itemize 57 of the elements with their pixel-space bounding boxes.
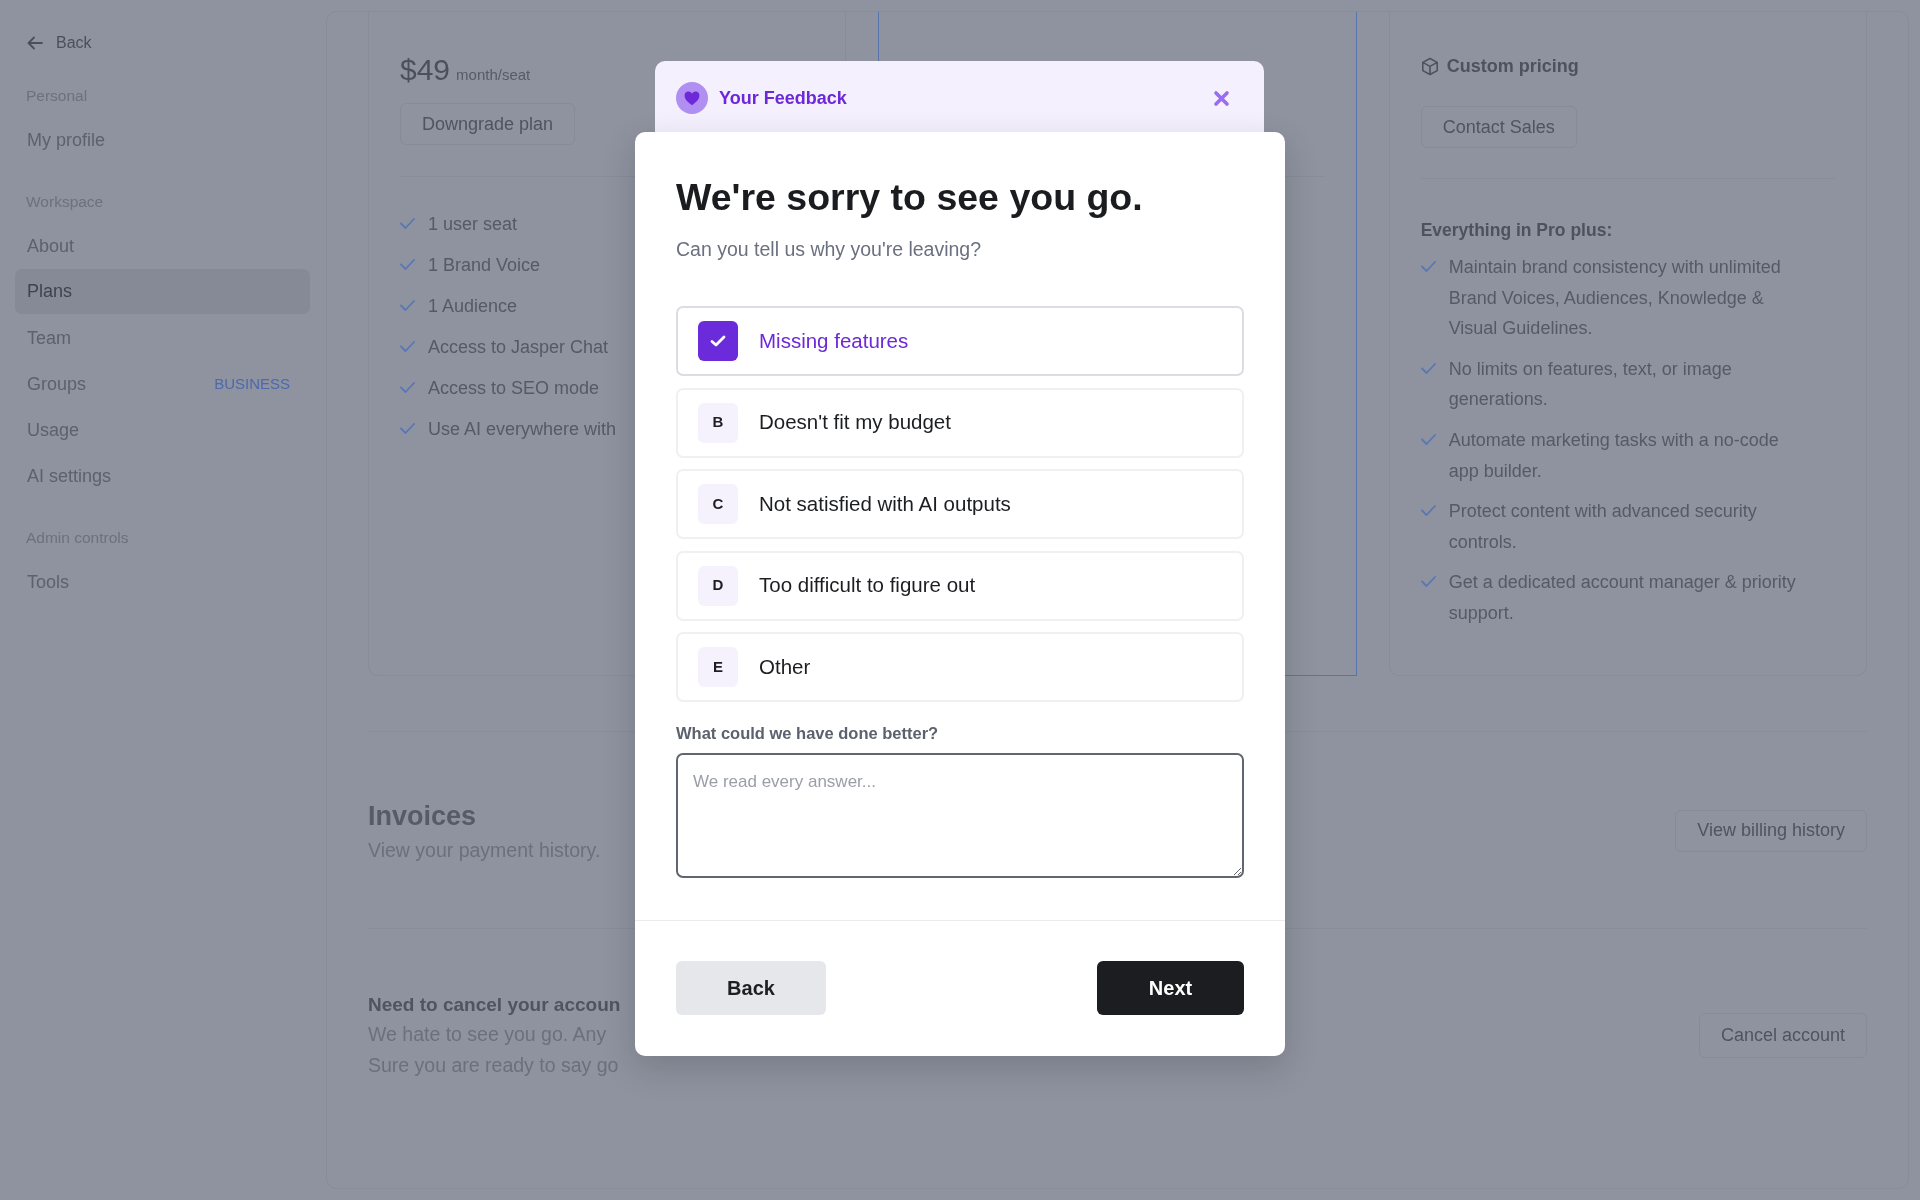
answer-option[interactable]: E Other [676, 632, 1244, 702]
pricing-label: Custom pricing [1446, 54, 1579, 78]
back-link[interactable]: Back [27, 31, 92, 55]
feature-text: No limits on features, text, or image generations. [1448, 357, 1733, 412]
feature-text: 1 Brand Voice [428, 254, 541, 277]
price-period: month/seat [456, 65, 531, 85]
check-icon [710, 335, 726, 347]
dialog-subtitle: Can you tell us why you're leaving? [676, 237, 983, 261]
check-icon [400, 341, 415, 352]
feature-text: Maintain brand consistency with unlimited Brand Voices, Audiences, Knowledge & Visual Guidelines. [1448, 256, 1782, 341]
check-icon [400, 382, 415, 393]
close-icon [1213, 89, 1230, 107]
feature-text: 1 user seat [428, 213, 518, 236]
feature-text: Access to SEO mode [428, 377, 600, 400]
check-icon [1420, 261, 1436, 272]
tier-label: BUSINESS [214, 373, 290, 394]
billing-history-button[interactable]: View billing history [1675, 809, 1867, 852]
option-key: B [698, 402, 738, 443]
check-icon [1420, 362, 1436, 374]
feature-text: Access to Jasper Chat [428, 336, 609, 359]
option-key: E [698, 647, 738, 687]
dialog-header-title: Your Feedback [719, 86, 847, 110]
answer-option[interactable]: C Not satisfied with AI outputs [676, 469, 1244, 539]
feature-text: Get a dedicated account manager & priority support. [1448, 571, 1797, 625]
close-button[interactable] [1213, 89, 1230, 107]
section-title: Invoices [368, 799, 478, 833]
answer-option[interactable]: D Too difficult to figure out [676, 550, 1244, 621]
dialog-title: We're sorry to see you go. [676, 175, 1144, 220]
cube-icon [1420, 56, 1439, 76]
field-label: What could we have done better? [676, 723, 940, 744]
option-key: D [698, 565, 738, 606]
option-key: C [698, 484, 738, 524]
feedback-field[interactable]: We read every answer... [676, 753, 1244, 878]
feature-text: Use AI everywhere with [428, 418, 617, 441]
answer-option[interactable]: Missing features [676, 306, 1244, 376]
back-button[interactable]: Back [676, 961, 826, 1015]
check-icon [400, 300, 415, 311]
check-icon [400, 259, 415, 270]
price: $49 [400, 52, 451, 88]
check-icon [1420, 433, 1436, 445]
feature-text: 1 Audience [428, 295, 518, 318]
check-icon [400, 218, 415, 229]
section-title: Need to cancel your accoun [368, 992, 621, 1017]
feature-text: Automate marketing tasks with a no-code app builder. [1448, 428, 1780, 483]
check-icon [400, 423, 415, 434]
sidebar-item[interactable]: Plans [15, 269, 310, 314]
arrow-left-icon [27, 36, 43, 50]
plan-button[interactable]: Downgrade plan [400, 103, 576, 145]
next-button[interactable]: Next [1097, 961, 1244, 1015]
checkbox[interactable] [698, 321, 738, 361]
check-icon [1420, 576, 1436, 588]
check-icon [1420, 505, 1436, 517]
feature-text: Protect content with advanced security controls. [1448, 500, 1758, 554]
features-heading: Everything in Pro plus: [1420, 219, 1614, 242]
plan-button[interactable]: Contact Sales [1420, 106, 1577, 148]
cancel-account-button[interactable]: Cancel account [1698, 1013, 1867, 1059]
answer-option[interactable]: B Doesn't fit my budget [676, 387, 1244, 458]
